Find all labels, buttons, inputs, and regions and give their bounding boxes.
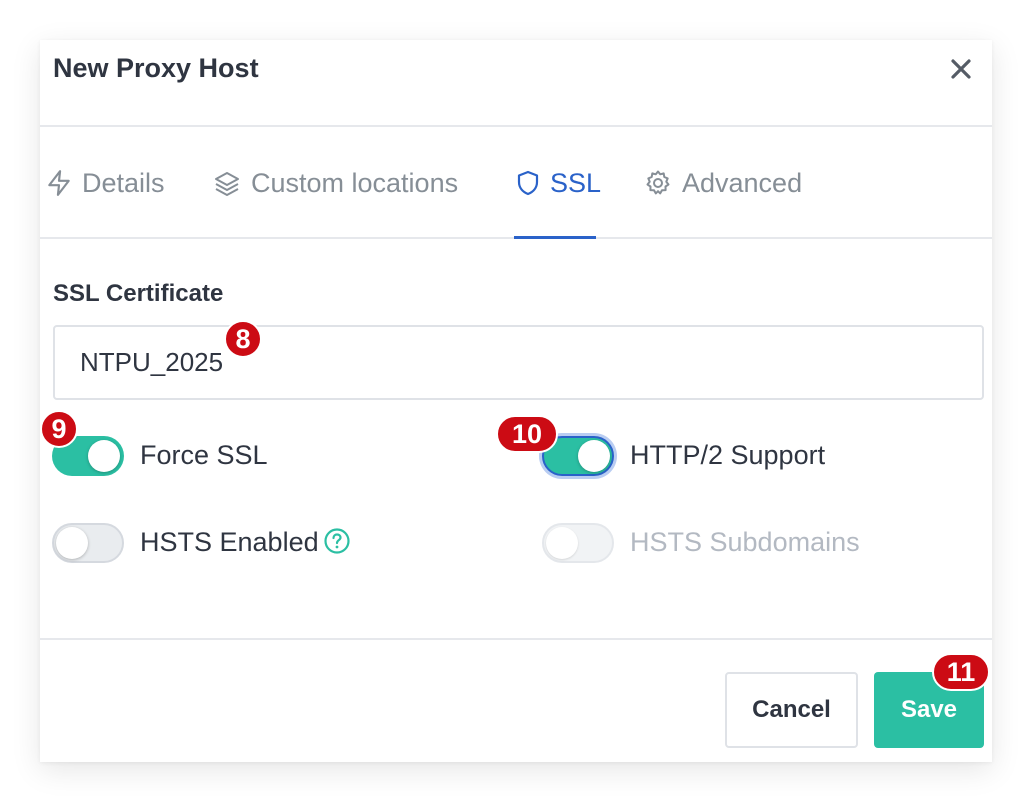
- tab-custom-locations[interactable]: Custom locations: [213, 127, 458, 239]
- footer-divider: [40, 638, 992, 640]
- tab-details-label: Details: [82, 167, 165, 198]
- tab-advanced-label: Advanced: [682, 167, 803, 198]
- close-button[interactable]: [946, 54, 976, 84]
- toggle-knob: [56, 527, 88, 559]
- new-proxy-host-dialog: New Proxy Host Details Custom locations: [40, 40, 992, 762]
- tab-ssl-label: SSL: [550, 167, 602, 198]
- hsts-subdomains-toggle[interactable]: [542, 523, 614, 563]
- annotation-badge-9: 9: [40, 410, 78, 448]
- annotation-badge-10: 10: [496, 415, 558, 453]
- close-icon: [951, 59, 971, 79]
- http2-support-label: HTTP/2 Support: [630, 440, 826, 470]
- tab-ssl[interactable]: SSL: [516, 127, 601, 239]
- ssl-certificate-label: SSL Certificate: [53, 280, 224, 307]
- bolt-icon: [48, 170, 70, 196]
- help-icon[interactable]: [323, 527, 351, 555]
- modal-header: New Proxy Host: [40, 40, 992, 127]
- toggle-knob: [578, 440, 610, 472]
- shield-icon: [517, 170, 539, 196]
- tab-custom-locations-label: Custom locations: [251, 167, 459, 198]
- active-tab-indicator: [514, 236, 596, 239]
- tab-details[interactable]: Details: [46, 127, 165, 239]
- force-ssl-label: Force SSL: [140, 440, 268, 470]
- tab-advanced[interactable]: Advanced: [644, 127, 802, 239]
- annotation-badge-8: 8: [224, 320, 262, 358]
- hsts-enabled-label: HSTS Enabled: [140, 527, 319, 557]
- modal-title: New Proxy Host: [53, 53, 259, 83]
- annotation-badge-11: 11: [932, 653, 990, 691]
- gear-icon: [646, 170, 670, 195]
- hsts-subdomains-label: HSTS Subdomains: [630, 527, 860, 557]
- toggle-knob: [88, 440, 120, 472]
- ssl-certificate-select[interactable]: NTPU_2025: [53, 325, 984, 400]
- cancel-button[interactable]: Cancel: [725, 672, 858, 748]
- toggle-knob: [546, 527, 578, 559]
- layers-icon: [215, 172, 239, 196]
- tab-bar: Details Custom locations SSL Advanced: [40, 127, 992, 239]
- hsts-enabled-toggle[interactable]: [52, 523, 124, 563]
